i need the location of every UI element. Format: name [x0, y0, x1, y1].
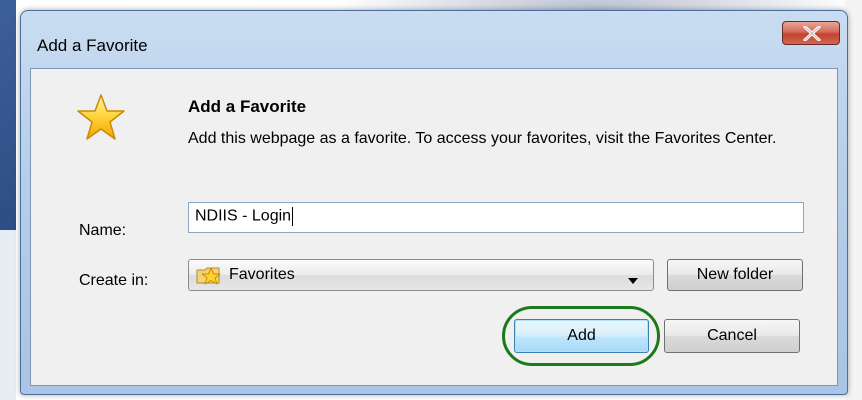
- create-in-label: Create in:: [79, 272, 149, 289]
- title-bar[interactable]: Add a Favorite: [21, 11, 847, 68]
- name-field-value: NDIIS - Login: [195, 207, 292, 225]
- dialog-description: Add this webpage as a favorite. To acces…: [188, 130, 777, 147]
- add-favorite-dialog: Add a Favorite Add a Favorite Add this w…: [20, 10, 848, 395]
- close-button[interactable]: [782, 21, 840, 45]
- star-icon: [75, 93, 127, 148]
- new-folder-button[interactable]: New folder: [667, 259, 803, 291]
- close-icon: [803, 26, 821, 41]
- background-page-edge-lower: [0, 230, 16, 400]
- dialog-body: Add a Favorite Add this webpage as a fav…: [30, 68, 838, 386]
- window-title: Add a Favorite: [37, 36, 148, 55]
- background-page-edge: [0, 0, 16, 230]
- name-label: Name:: [79, 222, 127, 239]
- text-caret: [292, 207, 294, 226]
- create-in-dropdown[interactable]: Favorites: [188, 259, 654, 291]
- add-button[interactable]: Add: [514, 319, 649, 353]
- create-in-value: Favorites: [229, 266, 295, 283]
- cancel-button[interactable]: Cancel: [664, 319, 800, 353]
- screen: Add a Favorite Add a Favorite Add this w…: [0, 0, 862, 400]
- chevron-down-icon: [627, 272, 639, 290]
- dialog-heading: Add a Favorite: [188, 97, 307, 116]
- favorites-folder-icon: [195, 264, 223, 291]
- name-field[interactable]: NDIIS - Login: [188, 202, 804, 233]
